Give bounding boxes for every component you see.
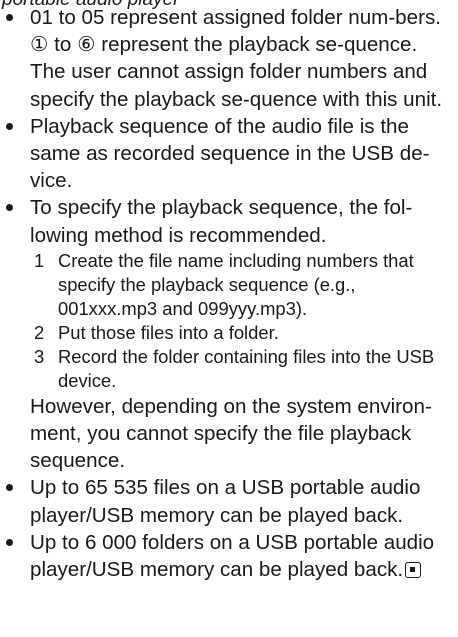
bullet-text: Playback sequence of the audio file is t…: [30, 114, 430, 193]
bullet-dot-icon: [6, 484, 13, 492]
bullet-text: Up to 6 000 folders on a USB portable au…: [30, 529, 454, 583]
step-number: 1: [34, 249, 45, 271]
max-folders-text: Up to 6 000 folders on a USB portable au…: [30, 530, 435, 582]
step-number: 2: [34, 321, 45, 343]
step-item: 1 Create the file name including numbers…: [30, 249, 458, 321]
bullet-item-folder-numbers: 01 to 05 represent assigned folder num-b…: [0, 4, 458, 113]
manual-page: portable audio player 01 to 05 represent…: [0, 0, 458, 637]
step-text: Create the file name including numbers t…: [58, 249, 414, 319]
bullet-text: To specify the playback sequence, the fo…: [30, 196, 413, 247]
step-number: 3: [34, 345, 45, 367]
bullet-dot-icon: [6, 538, 13, 546]
bullet-dot-icon: [6, 14, 13, 21]
step-item: 2 Put those files into a folder.: [30, 321, 458, 345]
bullet-item-max-files: Up to 65 535 files on a USB portable aud…: [0, 474, 458, 528]
recommended-steps-list: 1 Create the file name including numbers…: [30, 249, 458, 393]
bullet-item-max-folders: Up to 6 000 folders on a USB portable au…: [0, 529, 458, 583]
bullet-dot-icon: [6, 122, 13, 130]
step-text: Put those files into a folder.: [58, 321, 279, 343]
step-item: 3 Record the folder containing files int…: [30, 345, 458, 393]
bullet-item-specify-sequence: To specify the playback sequence, the fo…: [0, 194, 458, 474]
bullet-dot-icon: [6, 204, 13, 212]
bullet-item-playback-sequence: Playback sequence of the audio file is t…: [0, 113, 458, 195]
step-text: Record the folder containing files into …: [58, 345, 435, 391]
bullet-text: Up to 65 535 files on a USB portable aud…: [30, 476, 421, 527]
environment-note: However, depending on the system environ…: [30, 394, 432, 473]
bullet-text: 01 to 05 represent assigned folder num-b…: [30, 6, 443, 111]
notes-bullet-list: 01 to 05 represent assigned folder num-b…: [0, 4, 458, 583]
end-of-section-square-icon: [405, 562, 422, 579]
